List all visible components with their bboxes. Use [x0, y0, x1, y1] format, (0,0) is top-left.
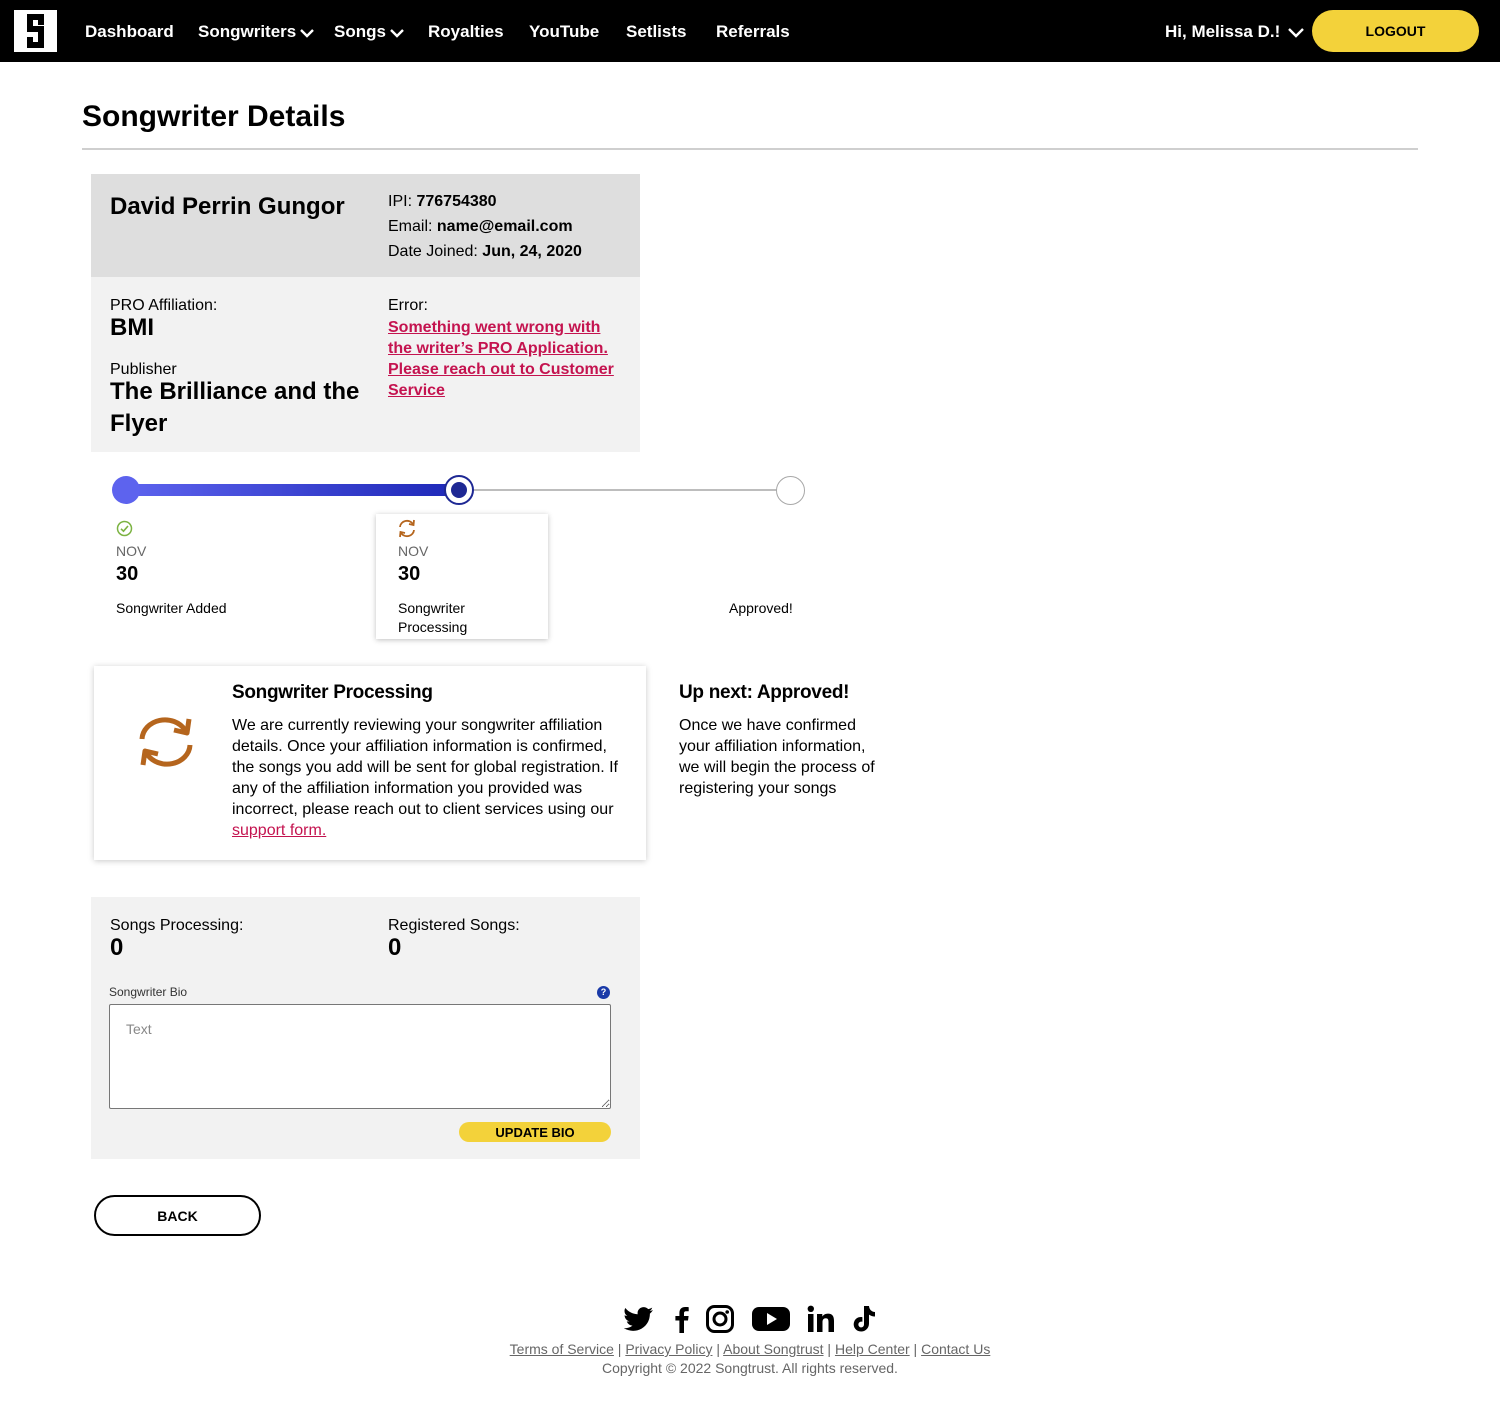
nav-setlists[interactable]: Setlists	[626, 21, 686, 43]
nav-referrals[interactable]: Referrals	[716, 21, 790, 43]
step-day: 30	[398, 563, 421, 585]
footer-link-contact[interactable]: Contact Us	[921, 1341, 990, 1357]
email-row: Email: name@email.com	[388, 218, 573, 235]
publisher-value: The Brilliance and the Flyer	[110, 378, 360, 437]
tiktok-icon[interactable]	[850, 1305, 880, 1333]
step-month: NOV	[116, 543, 147, 559]
email-value: name@email.com	[436, 218, 573, 235]
twitter-icon[interactable]	[624, 1305, 654, 1333]
chevron-down-icon	[1288, 28, 1305, 38]
songs-processing-label: Songs Processing:	[110, 917, 244, 934]
error-link[interactable]: Something went wrong with the writer’s P…	[388, 317, 628, 401]
progress-fill	[126, 484, 458, 496]
copyright: Copyright © 2022 Songtrust. All rights r…	[602, 1360, 898, 1376]
songtrust-logo-icon[interactable]	[14, 10, 57, 52]
footer-link-about[interactable]: About Songtrust	[723, 1341, 823, 1357]
check-circle-icon	[116, 520, 133, 537]
footer-link-privacy[interactable]: Privacy Policy	[625, 1341, 712, 1357]
nav-youtube[interactable]: YouTube	[529, 21, 599, 43]
date-joined-row: Date Joined: Jun, 24, 2020	[388, 243, 582, 260]
nav-songs[interactable]: Songs	[334, 21, 404, 43]
page-title: Songwriter Details	[82, 100, 346, 133]
footer-link-terms[interactable]: Terms of Service	[510, 1341, 614, 1357]
nav-royalties[interactable]: Royalties	[428, 21, 504, 43]
date-joined-value: Jun, 24, 2020	[482, 243, 582, 260]
step-label-added: Songwriter Added	[116, 600, 227, 616]
facebook-icon[interactable]	[667, 1305, 697, 1333]
step-dot-added	[112, 476, 140, 504]
chevron-down-icon	[300, 28, 315, 38]
step-dot-processing	[444, 475, 474, 505]
pro-value: BMI	[110, 314, 154, 341]
back-button[interactable]: BACK	[94, 1195, 261, 1236]
bio-textarea[interactable]	[109, 1004, 611, 1109]
step-day: 30	[116, 563, 139, 585]
next-step-text: Once we have confirmed your affiliation …	[679, 717, 875, 797]
top-navbar: Dashboard Songwriters Songs Royalties Yo…	[0, 0, 1500, 62]
footer-links: Terms of Service | Privacy Policy | Abou…	[509, 1341, 991, 1357]
nav-songwriters[interactable]: Songwriters	[198, 21, 315, 43]
instagram-icon[interactable]	[705, 1305, 735, 1333]
step-label-approved: Approved!	[729, 600, 793, 616]
error-label: Error:	[388, 297, 428, 314]
registered-songs-label: Registered Songs:	[388, 917, 520, 934]
logout-button[interactable]: LOGOUT	[1312, 10, 1479, 52]
footer-link-help[interactable]: Help Center	[835, 1341, 910, 1357]
help-icon[interactable]: ?	[597, 986, 610, 999]
progress-track	[459, 489, 790, 491]
ipi-row: IPI: 776754380	[388, 193, 497, 210]
registered-songs-value: 0	[388, 934, 402, 961]
update-bio-button[interactable]: UPDATE BIO	[459, 1122, 611, 1142]
linkedin-icon[interactable]	[806, 1305, 836, 1333]
step-label-processing: Songwriter Processing	[398, 600, 468, 635]
step-month: NOV	[398, 543, 429, 559]
youtube-icon[interactable]	[751, 1305, 791, 1333]
user-menu[interactable]: Hi, Melissa D.!	[1165, 21, 1305, 43]
chevron-down-icon	[390, 28, 404, 38]
info-text: We are currently reviewing your songwrit…	[232, 717, 618, 839]
processing-refresh-icon	[139, 717, 193, 767]
writer-name: David Perrin Gungor	[110, 193, 345, 220]
info-title: Songwriter Processing	[232, 682, 433, 703]
step-dot-approved	[776, 476, 805, 505]
divider	[82, 148, 1418, 150]
support-form-link[interactable]: support form.	[232, 822, 326, 839]
nav-dashboard[interactable]: Dashboard	[85, 21, 174, 43]
refresh-icon	[399, 519, 415, 538]
songs-processing-value: 0	[110, 934, 124, 961]
ipi-value: 776754380	[416, 193, 497, 210]
bio-label: Songwriter Bio	[109, 985, 188, 999]
next-step-title: Up next: Approved!	[679, 682, 850, 703]
